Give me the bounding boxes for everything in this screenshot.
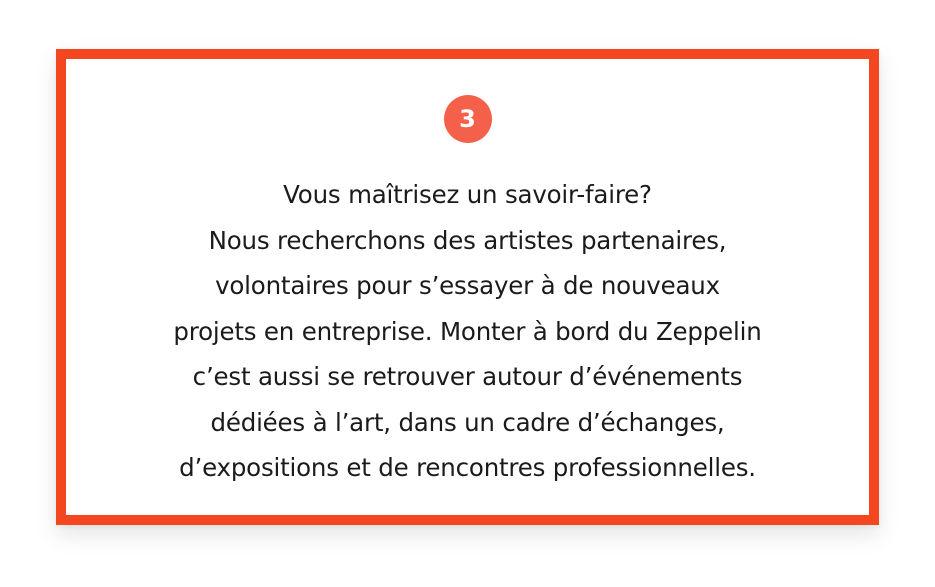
page-background: 3 Vous maîtrisez un savoir-faire? Nous r… <box>0 0 935 587</box>
paragraph-line: d’expositions et de rencontres professio… <box>179 453 756 482</box>
info-card: 3 Vous maîtrisez un savoir-faire? Nous r… <box>56 49 879 525</box>
step-number-badge: 3 <box>443 95 492 143</box>
card-paragraph: Vous maîtrisez un savoir-faire? Nous rec… <box>66 172 869 491</box>
paragraph-line: dédiées à l’art, dans un cadre d’échange… <box>210 407 725 437</box>
paragraph-line: projets en entreprise. Monter à bord du … <box>173 316 762 346</box>
paragraph-line: Nous recherchons des artistes partenaire… <box>208 225 727 255</box>
paragraph-line: Vous maîtrisez un savoir-faire? <box>283 180 652 209</box>
paragraph-line: volontaires pour s’essayer à de nouveaux <box>215 271 720 300</box>
paragraph-line: c’est aussi se retrouver autour d’événem… <box>192 362 743 391</box>
